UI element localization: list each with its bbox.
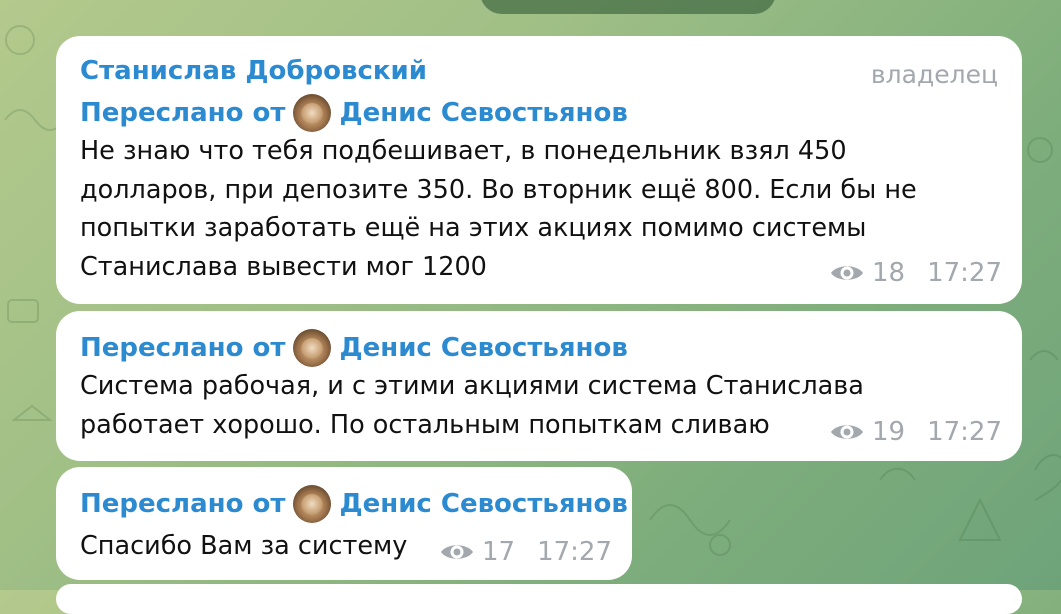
sender-role-badge: владелец — [870, 60, 998, 89]
forwarded-label: Переслано от — [80, 489, 286, 519]
message-line: долларов, при депозите 350. Во вторник е… — [80, 174, 917, 205]
message-text: Спасибо Вам за систему — [80, 527, 407, 566]
message-line: Спасибо Вам за систему — [80, 531, 408, 561]
message-bubble[interactable]: Переслано от Денис Севостьянов Спасибо В… — [56, 467, 632, 580]
next-message-bubble[interactable] — [56, 584, 1022, 614]
forwarded-from[interactable]: Переслано от Денис Севостьянов — [80, 485, 628, 523]
message-time: 17:27 — [927, 417, 1002, 447]
view-count: 18 — [871, 258, 906, 288]
message-meta: 19 17:27 — [830, 417, 1002, 447]
message-line: работает хорошо. По остальным попыткам с… — [80, 409, 770, 440]
forwarded-user-avatar[interactable] — [293, 94, 332, 132]
message-meta: 18 17:27 — [830, 258, 1002, 288]
date-pill — [480, 0, 776, 14]
forwarded-user-name[interactable]: Денис Севостьянов — [339, 98, 627, 128]
view-count: 17 — [481, 537, 516, 567]
message-text: Не знаю что тебя подбешивает, в понедель… — [80, 132, 917, 286]
message-time: 17:27 — [927, 258, 1002, 288]
message-line: Система рабочая, и с этими акциями систе… — [80, 371, 864, 401]
message-text: Система рабочая, и с этими акциями систе… — [80, 367, 864, 444]
view-count: 19 — [871, 417, 906, 447]
eye-icon — [440, 545, 473, 559]
eye-icon — [830, 266, 863, 280]
forwarded-user-avatar[interactable] — [293, 329, 332, 367]
forwarded-user-name[interactable]: Денис Севостьянов — [339, 333, 627, 363]
message-line: Не знаю что тебя подбешивает, в понедель… — [80, 136, 847, 166]
eye-icon — [830, 425, 863, 439]
message-line: Станислава вывести мог 1200 — [80, 251, 487, 282]
message-bubble[interactable]: Станислав Добровский владелец Переслано … — [56, 36, 1022, 304]
forwarded-user-name[interactable]: Денис Севостьянов — [339, 489, 627, 519]
forwarded-from[interactable]: Переслано от Денис Севостьянов — [80, 94, 628, 132]
message-time: 17:27 — [537, 537, 612, 567]
forwarded-label: Переслано от — [80, 333, 286, 363]
message-bubble[interactable]: Переслано от Денис Севостьянов Система р… — [56, 311, 1022, 461]
forwarded-from[interactable]: Переслано от Денис Севостьянов — [80, 329, 628, 367]
forwarded-label: Переслано от — [80, 98, 286, 128]
forwarded-user-avatar[interactable] — [293, 485, 332, 523]
sender-name[interactable]: Станислав Добровский — [80, 56, 427, 86]
message-meta: 17 17:27 — [440, 537, 612, 567]
message-line: попытки заработать ещё на этих акциях по… — [80, 213, 867, 243]
